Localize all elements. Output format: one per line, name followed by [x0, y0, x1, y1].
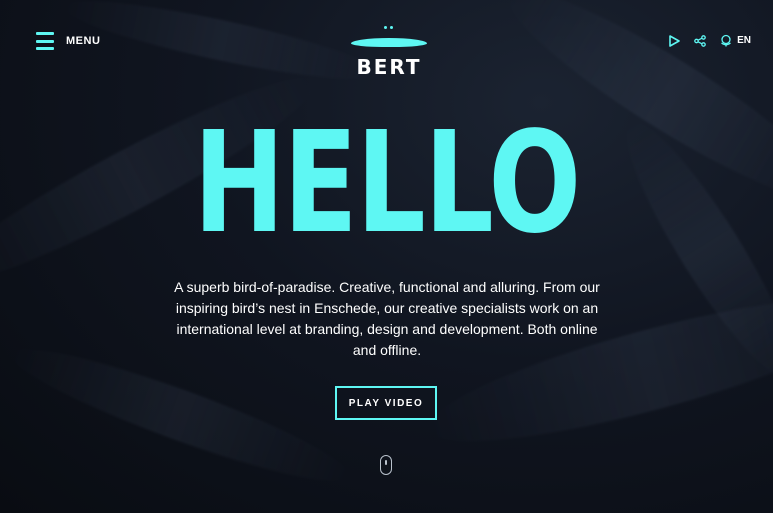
menu-icon	[36, 32, 54, 50]
hero-title: HELLO	[193, 102, 581, 265]
play-video-toggle[interactable]	[668, 34, 680, 47]
menu-button[interactable]: MENU	[36, 32, 100, 50]
hero-page: MENU BERT EN HELLO A superb bird-of-para…	[0, 0, 773, 513]
feather-decoration	[59, 0, 381, 93]
logo-text: BERT	[356, 55, 422, 79]
scroll-mouse-icon[interactable]	[380, 455, 392, 475]
menu-label: MENU	[66, 35, 101, 47]
share-icon	[694, 34, 706, 47]
logo-mark	[351, 38, 427, 47]
header-tools: EN	[668, 34, 751, 47]
play-icon	[669, 34, 680, 47]
share-button[interactable]	[694, 34, 706, 47]
hero-description: A superb bird-of-paradise. Creative, fun…	[174, 279, 600, 358]
language-label: EN	[737, 35, 751, 46]
site-logo[interactable]: BERT	[346, 26, 432, 79]
play-video-label: PLAY VIDEO	[348, 397, 424, 409]
globe-icon	[721, 34, 731, 47]
logo-eyes	[346, 26, 432, 32]
play-video-button[interactable]: PLAY VIDEO	[335, 386, 437, 420]
language-switcher[interactable]: EN	[720, 34, 751, 47]
